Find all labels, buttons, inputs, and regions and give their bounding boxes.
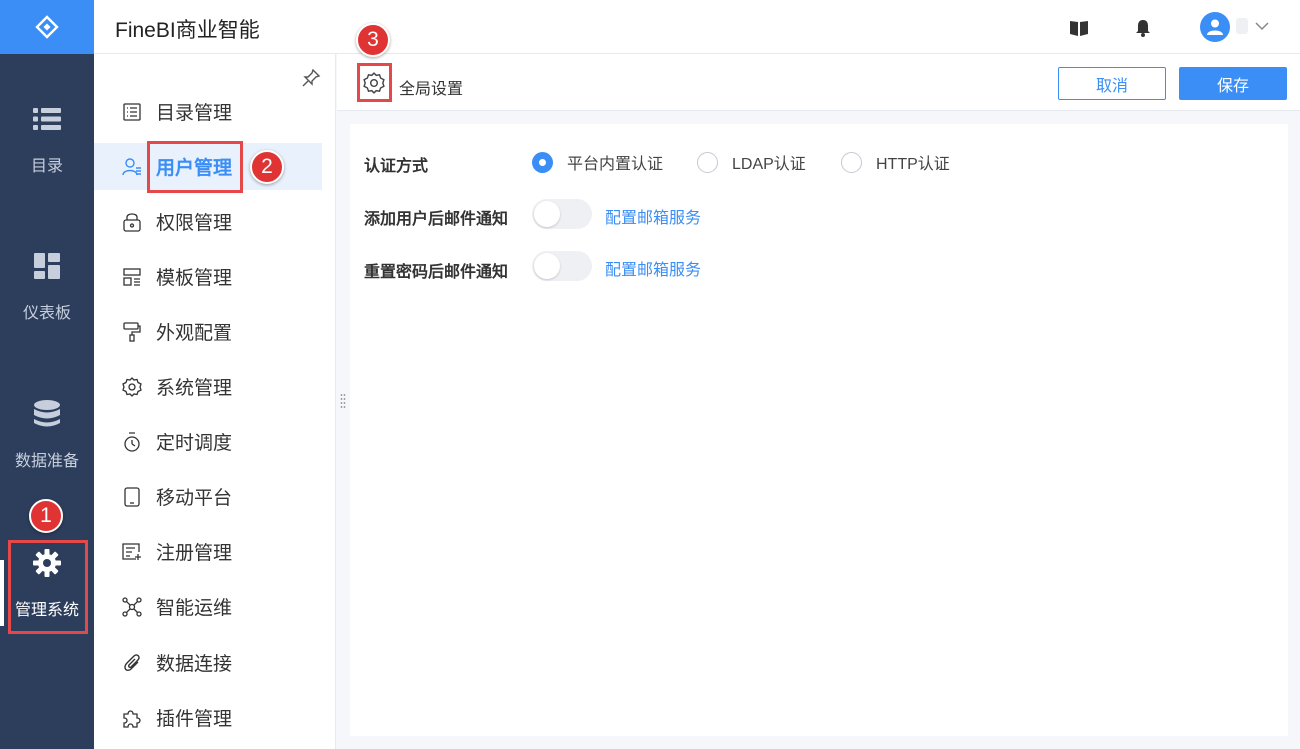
rail-item-admin[interactable]: 管理系统 (0, 548, 94, 620)
menu-item-permissions[interactable]: 权限管理 (94, 198, 322, 245)
menu-item-label: 定时调度 (156, 433, 233, 454)
menu-item-system[interactable]: 系统管理 (94, 363, 322, 410)
resize-handle[interactable] (340, 393, 346, 414)
content-toolbar: 全局设置 取消 保存 (337, 54, 1300, 111)
menu-item-label: 注册管理 (156, 543, 233, 564)
radio-builtin-auth[interactable]: 平台内置认证 (532, 150, 663, 174)
avatar[interactable] (1200, 12, 1230, 42)
rail-item-label: 仪表板 (22, 305, 71, 322)
annotation-badge: 1 (29, 499, 63, 533)
admin-menu: 目录管理 用户管理 权限管理 模板管理 外观配置 系统管理 定时调度 移动平台 … (94, 54, 336, 749)
gear-icon (122, 376, 142, 397)
cancel-button[interactable]: 取消 (1058, 67, 1166, 100)
radio-label: LDAP认证 (732, 156, 806, 173)
menu-item-label: 外观配置 (156, 323, 233, 344)
global-settings-gear-icon[interactable] (363, 72, 385, 99)
menu-item-label: 权限管理 (156, 213, 233, 234)
app-title: FineBI商业智能 (115, 19, 260, 42)
puzzle-icon (122, 708, 142, 728)
register-icon (122, 542, 142, 562)
reset-pwd-mail-toggle[interactable] (532, 251, 592, 281)
network-icon (122, 596, 142, 617)
rail-item-catalog[interactable]: 目录 (0, 104, 94, 176)
menu-item-registration[interactable]: 注册管理 (94, 528, 322, 575)
user-icon (122, 157, 142, 177)
radio-http-auth[interactable]: HTTP认证 (841, 150, 950, 174)
menu-item-label: 数据连接 (156, 654, 233, 675)
rail-item-dashboard[interactable]: 仪表板 (0, 251, 94, 323)
menu-item-data-connection[interactable]: 数据连接 (94, 639, 322, 686)
database-icon (32, 399, 62, 429)
user-icon (1207, 19, 1223, 35)
settings-panel: 认证方式 平台内置认证 LDAP认证 HTTP认证 添加用户后邮件通知 配置邮箱… (350, 124, 1288, 736)
radio-dot[interactable] (532, 151, 553, 173)
book-icon[interactable] (1068, 17, 1090, 39)
mobile-icon (122, 486, 142, 507)
toolbar-title[interactable]: 全局设置 (399, 75, 463, 99)
chevron-down-icon[interactable] (1254, 18, 1270, 39)
menu-item-label: 目录管理 (156, 103, 233, 124)
menu-item-plugins[interactable]: 插件管理 (94, 694, 322, 741)
paint-roller-icon (122, 321, 142, 342)
radio-ldap-auth[interactable]: LDAP认证 (697, 150, 806, 174)
menu-item-label: 智能运维 (156, 598, 233, 619)
logo[interactable] (0, 0, 94, 54)
bell-icon[interactable] (1132, 17, 1154, 39)
menu-item-templates[interactable]: 模板管理 (94, 253, 322, 300)
catalog-icon (122, 102, 142, 122)
gear-icon (32, 548, 62, 578)
auth-method-label: 认证方式 (364, 158, 429, 175)
rail-item-label: 数据准备 (14, 453, 79, 470)
menu-item-label: 插件管理 (156, 709, 233, 730)
rail-item-label: 管理系统 (14, 602, 79, 619)
radio-label: HTTP认证 (876, 156, 950, 173)
add-user-mail-label: 添加用户后邮件通知 (364, 211, 509, 228)
lock-icon (122, 212, 142, 232)
menu-item-schedule[interactable]: 定时调度 (94, 418, 322, 465)
reset-pwd-mail-label: 重置密码后邮件通知 (364, 264, 509, 281)
menu-item-appearance[interactable]: 外观配置 (94, 308, 322, 355)
radio-dot[interactable] (841, 151, 862, 173)
timer-icon (122, 431, 142, 452)
dashboard-icon (32, 251, 62, 281)
active-indicator (0, 560, 4, 626)
username-placeholder (1236, 18, 1248, 34)
menu-item-ops[interactable]: 智能运维 (94, 583, 322, 630)
menu-item-label: 系统管理 (156, 378, 233, 399)
menu-item-mobile[interactable]: 移动平台 (94, 473, 322, 520)
config-mail-link[interactable]: 配置邮箱服务 (605, 204, 701, 228)
nav-rail: 目录 仪表板 数据准备 管理系统 (0, 0, 94, 749)
menu-item-label: 模板管理 (156, 268, 233, 289)
list-icon (32, 104, 62, 134)
menu-item-label: 用户管理 (156, 158, 233, 179)
template-icon (122, 267, 142, 287)
config-mail-link[interactable]: 配置邮箱服务 (605, 256, 701, 280)
menu-item-users[interactable]: 用户管理 (94, 143, 322, 190)
paperclip-icon (122, 653, 142, 673)
logo-icon (35, 15, 59, 39)
save-button[interactable]: 保存 (1179, 67, 1287, 100)
annotation-badge: 3 (356, 23, 390, 57)
rail-item-label: 目录 (30, 158, 63, 175)
annotation-badge: 2 (250, 150, 284, 184)
top-header: FineBI商业智能 (94, 0, 1300, 54)
radio-dot[interactable] (697, 151, 718, 173)
radio-label: 平台内置认证 (567, 156, 664, 173)
add-user-mail-toggle[interactable] (532, 199, 592, 229)
menu-item-catalog[interactable]: 目录管理 (94, 88, 322, 135)
rail-item-data-prep[interactable]: 数据准备 (0, 399, 94, 471)
menu-item-label: 移动平台 (156, 488, 233, 509)
